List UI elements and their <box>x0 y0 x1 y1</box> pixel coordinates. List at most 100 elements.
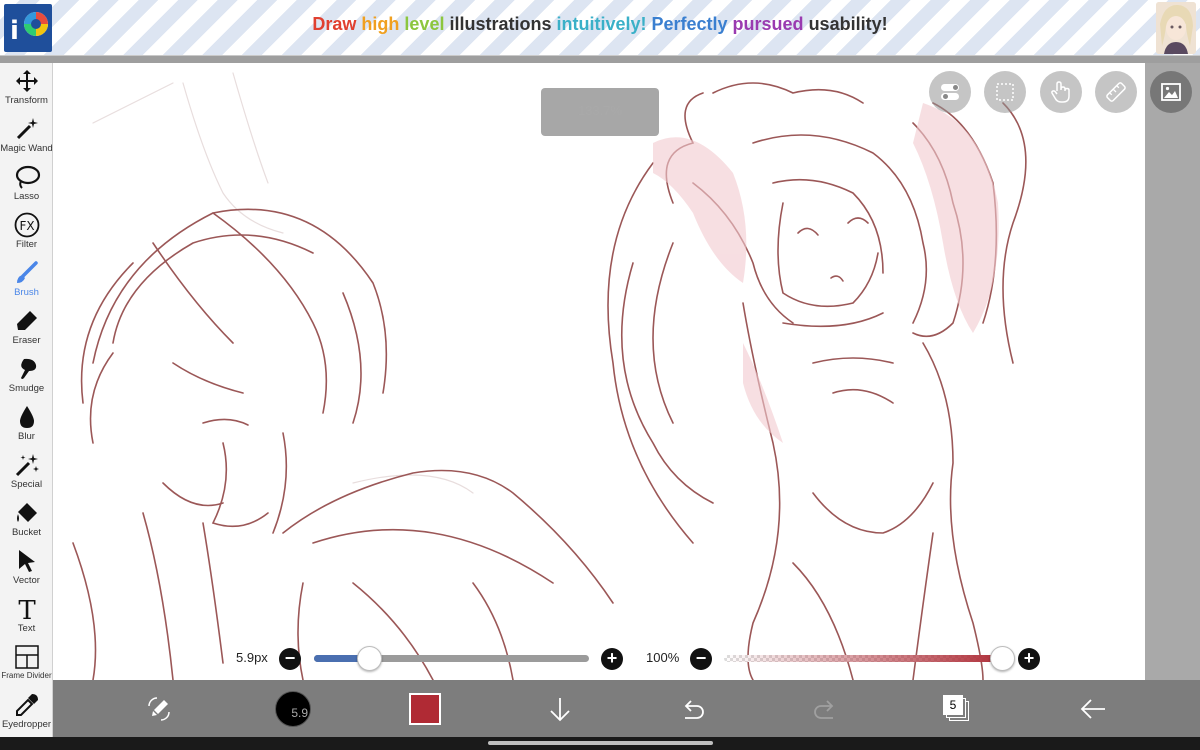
brush-size-value: 5.9 <box>291 705 308 720</box>
sketch-artwork <box>72 72 1027 680</box>
download-arrow-icon <box>550 697 570 721</box>
banner-slogan: Draw high level illustrations intuitivel… <box>0 14 1200 35</box>
tool-lasso[interactable]: Lasso <box>0 161 53 209</box>
tool-label: Filter <box>15 239 38 250</box>
tool-magic-wand[interactable]: Magic Wand <box>0 113 53 161</box>
opacity-increase-button[interactable]: + <box>1018 648 1040 670</box>
smudge-icon <box>20 358 36 379</box>
tool-eyedropper[interactable]: Eyedropper <box>0 689 53 737</box>
opacity-decrease-button[interactable]: − <box>690 648 712 670</box>
tool-bucket[interactable]: Bucket <box>0 497 53 545</box>
selection-button[interactable] <box>984 71 1026 113</box>
sparkle-icon <box>15 454 39 477</box>
save-download-button[interactable] <box>540 680 580 737</box>
tool-filter[interactable]: FX Filter <box>0 209 53 257</box>
tool-label: Bucket <box>11 527 42 538</box>
size-decrease-button[interactable]: − <box>279 648 301 670</box>
text-t-icon: T <box>18 596 36 622</box>
banner-segment: illustrations <box>449 14 557 34</box>
brush-size-button[interactable]: 5.9 <box>273 680 313 737</box>
back-arrow-icon <box>1080 698 1105 719</box>
swap-tools-icon <box>148 696 170 721</box>
tool-label: Eyedropper <box>1 719 52 730</box>
frame-divider-icon <box>14 645 39 669</box>
banner-segment: Draw <box>312 14 362 34</box>
svg-text:FX: FX <box>19 219 34 233</box>
redo-icon <box>814 699 834 719</box>
fx-icon: FX <box>14 212 39 238</box>
banner-segment: high <box>361 14 405 34</box>
tool-frame-divider[interactable]: Frame Divider <box>0 641 53 689</box>
size-slider-knob[interactable] <box>357 646 382 671</box>
droplet-icon <box>19 406 34 428</box>
tool-blur[interactable]: Blur <box>0 401 53 449</box>
tool-text[interactable]: T Text <box>0 593 53 641</box>
tool-label: Lasso <box>13 191 40 202</box>
tool-label: Smudge <box>8 383 45 394</box>
tool-transform[interactable]: Transform <box>0 65 53 113</box>
eraser-icon <box>16 311 37 330</box>
brush-size-label: 5.9px <box>236 650 268 665</box>
left-toolbar: Transform Magic Wand Lasso FX Filter Bru… <box>0 63 53 737</box>
hand-touch-icon <box>1051 81 1070 103</box>
layers-button[interactable]: 5 <box>937 680 977 737</box>
banner-segment: Perfectly <box>651 14 733 34</box>
swap-tools-button[interactable] <box>135 680 183 737</box>
bottom-toolbar: 5.9 5 <box>53 680 1200 737</box>
back-button[interactable] <box>1071 680 1115 737</box>
brush-icon <box>16 261 38 283</box>
tool-label: Magic Wand <box>0 143 53 154</box>
lasso-icon <box>15 165 40 189</box>
tool-label: Blur <box>18 431 35 442</box>
tool-special[interactable]: Special <box>0 449 53 497</box>
svg-text:T: T <box>18 596 36 622</box>
tool-brush[interactable]: Brush <box>0 257 53 305</box>
tool-smudge[interactable]: Smudge <box>0 353 53 401</box>
character-avatar-icon <box>1156 2 1196 54</box>
undo-button[interactable] <box>673 680 713 737</box>
hand-touch-button[interactable] <box>1040 71 1082 113</box>
tool-eraser[interactable]: Eraser <box>0 305 53 353</box>
banner-segment: pursued <box>732 14 809 34</box>
eyedropper-icon <box>15 694 38 716</box>
ruler-button[interactable] <box>1095 71 1137 113</box>
size-increase-button[interactable]: + <box>601 648 623 670</box>
cursor-arrow-icon <box>18 550 35 572</box>
layers-icon: 5 <box>943 694 971 723</box>
brush-size-icon: 5.9 <box>275 690 311 727</box>
gallery-icon <box>1161 83 1181 101</box>
banner-segment: intuitively! <box>556 14 652 34</box>
brush-size-slider[interactable] <box>314 655 589 662</box>
selection-icon <box>996 83 1014 101</box>
banner-segment: level <box>404 14 450 34</box>
tool-label: Frame Divider <box>1 671 52 680</box>
opacity-slider-knob[interactable] <box>990 646 1015 671</box>
tool-label: Transform <box>5 95 48 106</box>
tool-label: Brush <box>14 287 39 298</box>
opacity-slider[interactable] <box>724 655 1002 662</box>
canvas-right-gutter <box>1145 63 1200 680</box>
banner-segment: usability <box>808 14 882 34</box>
banner-segment: ! <box>881 14 888 34</box>
gallery-button[interactable] <box>1150 71 1192 113</box>
brush-sliders: 5.9px − + 100% − + <box>53 640 1145 680</box>
tool-label: Vector <box>13 575 40 586</box>
tool-label: Special <box>10 479 43 490</box>
redo-button[interactable] <box>805 680 845 737</box>
ruler-icon <box>1106 82 1126 102</box>
tool-label: Text <box>17 623 36 634</box>
color-button[interactable] <box>408 680 442 737</box>
tool-label: Eraser <box>12 335 41 346</box>
color-swatch <box>409 692 441 725</box>
opacity-label: 100% <box>646 650 680 665</box>
zoom-level-indicator: 133.7% <box>541 88 659 136</box>
tool-vector[interactable]: Vector <box>0 545 53 593</box>
toggle-panel-button[interactable] <box>929 71 971 113</box>
drawing-canvas[interactable] <box>53 63 1145 680</box>
home-gesture-pill[interactable] <box>488 741 713 745</box>
undo-icon <box>684 699 704 719</box>
toggle-panel-icon <box>941 84 959 100</box>
system-navigation-bar <box>0 737 1200 750</box>
ad-banner[interactable]: i Draw high level illustrations intuitiv… <box>0 0 1200 56</box>
ibispaint-app: i Draw high level illustrations intuitiv… <box>0 0 1200 750</box>
